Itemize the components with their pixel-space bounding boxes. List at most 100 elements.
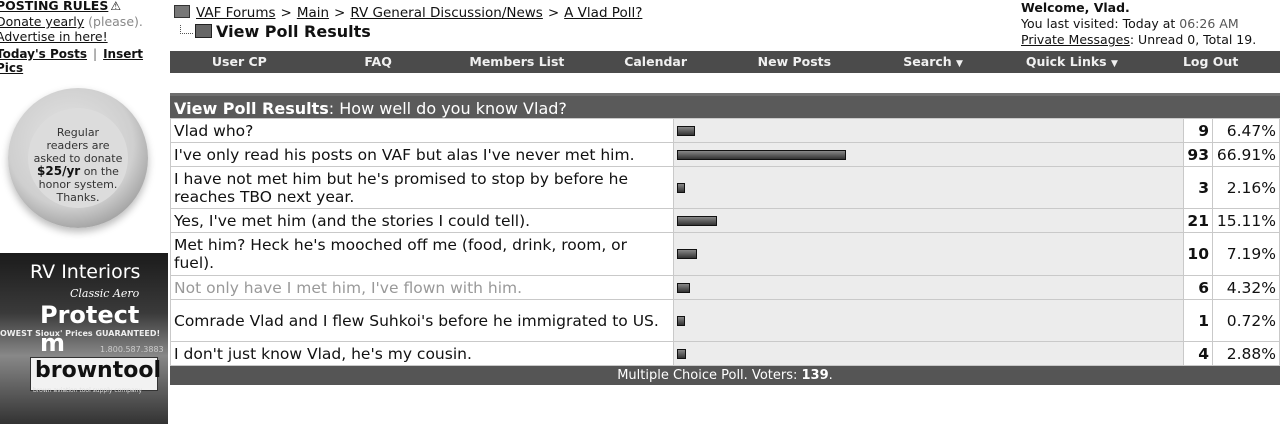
nav-quick-links[interactable]: Quick Links ▼ [1003, 51, 1142, 73]
donate-link[interactable]: Donate yearly [0, 14, 84, 29]
poll-bar-cell [673, 232, 1184, 276]
poll-votes: 4 [1183, 341, 1213, 366]
nav-user-cp[interactable]: User CP [170, 51, 309, 73]
posting-rules-link[interactable]: POSTING RULES ⚠ [0, 0, 121, 13]
poll-votes: 1 [1183, 299, 1213, 342]
poll-bar [677, 149, 846, 160]
todays-posts-link[interactable]: Today's Posts [0, 47, 87, 61]
advertise-link[interactable]: Advertise in here! [0, 29, 108, 44]
poll-percent: 66.91% [1212, 142, 1280, 167]
welcome-box: Welcome, Vlad. You last visited: Today a… [1021, 0, 1276, 48]
ad-guarantee: OWEST Sioux' Prices GUARANTEED! [0, 329, 161, 338]
poll-footer: Multiple Choice Poll. Voters: 139. [170, 366, 1280, 385]
poll-bar [677, 249, 697, 259]
poll-row: Comrade Vlad and I flew Suhkoi's before … [170, 299, 1280, 342]
badge-line: Thanks. [56, 191, 100, 204]
poll-votes: 21 [1183, 208, 1213, 233]
badge-amount: $25/yr [37, 164, 81, 178]
last-visited-time: 06:26 AM [1179, 16, 1239, 31]
poll-bar [677, 125, 695, 136]
nav-new-posts[interactable]: New Posts [725, 51, 864, 73]
nav-log-out[interactable]: Log Out [1141, 51, 1280, 73]
poll-bar [677, 315, 685, 326]
tree-connector-icon [180, 25, 193, 34]
poll-bar-cell [673, 299, 1184, 342]
poll-bar-cell [673, 275, 1184, 300]
ad-brand-logo: browntool [30, 357, 161, 391]
poll-bar-cell [673, 341, 1184, 366]
poll-header: View Poll Results: How well do you know … [170, 93, 1280, 118]
poll-results: View Poll Results: How well do you know … [170, 93, 1280, 385]
poll-votes: 10 [1183, 232, 1213, 276]
sidebar: POSTING RULES ⚠ Donate yearly (please). A… [0, 0, 168, 424]
poll-bar [677, 282, 690, 293]
poll-row: Met him? Heck he's mooched off me (food,… [170, 232, 1280, 276]
badge-line: readers are [46, 139, 110, 152]
poll-option-text: I don't just know Vlad, he's my cousin. [170, 341, 674, 366]
poll-percent: 15.11% [1212, 208, 1280, 233]
poll-bar [677, 348, 686, 359]
poll-bar-cell [673, 208, 1184, 233]
badge-line: Regular [56, 126, 100, 139]
navbar: User CP FAQ Members List Calendar New Po… [170, 51, 1280, 73]
sidebar-advertisement[interactable]: RV Interiors Classic Aero Protect m OWES… [0, 253, 168, 424]
poll-bar-cell [673, 142, 1184, 167]
chevron-down-icon: ▼ [1110, 59, 1118, 69]
warning-icon: ⚠ [110, 0, 122, 13]
badge-line: honor system. [38, 178, 118, 191]
breadcrumb-forum[interactable]: RV General Discussion/News [350, 5, 542, 21]
ad-brand-sub: brown aviation tool supply company [33, 387, 142, 394]
nav-calendar[interactable]: Calendar [586, 51, 725, 73]
breadcrumb-thread[interactable]: A Vlad Poll? [564, 5, 642, 21]
page-title: View Poll Results [216, 22, 371, 41]
poll-option-text: Vlad who? [170, 118, 674, 143]
poll-row: I don't just know Vlad, he's my cousin. … [170, 341, 1280, 366]
breadcrumb-main[interactable]: Main [297, 5, 329, 21]
poll-voter-count: 139 [801, 368, 829, 383]
poll-option-text: I've only read his posts on VAF but alas… [170, 142, 674, 167]
poll-row: Vlad who? 9 6.47% [170, 118, 1280, 143]
welcome-greeting: Welcome, Vlad. [1021, 0, 1130, 15]
poll-percent: 4.32% [1212, 275, 1280, 300]
poll-option-text: Comrade Vlad and I flew Suhkoi's before … [170, 299, 674, 342]
private-messages: Private Messages: Unread 0, Total 19. [1021, 32, 1276, 48]
poll-row: Yes, I've met him (and the stories I cou… [170, 208, 1280, 233]
pm-status: : Unread 0, Total 19. [1129, 32, 1257, 47]
page-title-line: View Poll Results [180, 22, 371, 41]
breadcrumb-forums[interactable]: VAF Forums [196, 5, 276, 21]
nav-faq[interactable]: FAQ [309, 51, 448, 73]
donate-please: (please). [88, 14, 143, 29]
badge-line: on the [83, 165, 119, 178]
poll-votes: 3 [1183, 166, 1213, 209]
folder-icon [174, 5, 190, 18]
poll-percent: 7.19% [1212, 232, 1280, 276]
donation-badge[interactable]: Regular readers are asked to donate $25/… [8, 88, 148, 228]
poll-option-text: Yes, I've met him (and the stories I cou… [170, 208, 674, 233]
ad-script: Classic Aero [70, 287, 140, 300]
nav-search[interactable]: Search ▼ [864, 51, 1003, 73]
poll-percent: 2.88% [1212, 341, 1280, 366]
poll-question: : How well do you know Vlad? [328, 99, 567, 118]
nav-members-list[interactable]: Members List [448, 51, 587, 73]
poll-bar-cell [673, 118, 1184, 143]
poll-percent: 2.16% [1212, 166, 1280, 209]
poll-row: I have not met him but he's promised to … [170, 166, 1280, 209]
poll-percent: 0.72% [1212, 299, 1280, 342]
poll-row: I've only read his posts on VAF but alas… [170, 142, 1280, 167]
quick-links: Today's Posts | Insert Pics [0, 47, 168, 75]
ad-title: RV Interiors [30, 261, 141, 283]
poll-bar [677, 182, 685, 193]
poll-table: Vlad who? 9 6.47% I've only read his pos… [170, 118, 1280, 366]
poll-votes: 93 [1183, 142, 1213, 167]
last-visited: You last visited: Today at 06:26 AM [1021, 16, 1239, 31]
folder-open-icon [195, 24, 212, 38]
breadcrumb: VAF Forums > Main > RV General Discussion/Ne… [174, 5, 642, 21]
chevron-down-icon: ▼ [956, 59, 963, 69]
private-messages-link[interactable]: Private Messages [1021, 32, 1130, 47]
poll-header-title: View Poll Results [174, 99, 329, 118]
poll-option-text: I have not met him but he's promised to … [170, 166, 674, 209]
poll-votes: 6 [1183, 275, 1213, 300]
poll-option-text: Not only have I met him, I've flown with… [170, 275, 674, 300]
ad-phone: 1.800.587.3883 [100, 345, 164, 354]
poll-bar-cell [673, 166, 1184, 209]
